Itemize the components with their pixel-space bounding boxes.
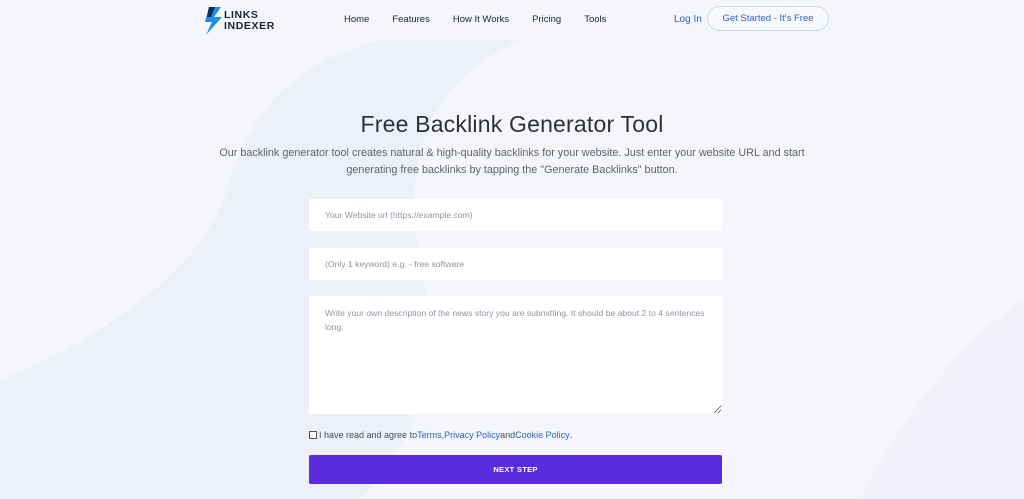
agree-sep-2: and [500,430,516,440]
logo-text: LINKS INDEXER [224,10,275,32]
next-step-button[interactable]: NEXT STEP [309,455,722,484]
website-url-input[interactable] [309,199,722,231]
cookie-policy-link[interactable]: Cookie Policy [515,430,570,440]
logo[interactable]: LINKS INDEXER [203,6,275,36]
subtitle-line-2: generating free backlinks by tapping the… [346,164,678,176]
description-textarea[interactable] [309,296,722,414]
main-content: Free Backlink Generator Tool Our backlin… [0,0,1024,499]
agreement-row: I have read and agree to Terms , Privacy… [309,430,572,440]
keyword-input[interactable] [309,248,722,280]
page-title: Free Backlink Generator Tool [360,111,664,137]
nav-item-tools[interactable]: Tools [584,14,606,25]
lightning-bolt-icon [205,7,222,35]
privacy-policy-link[interactable]: Privacy Policy [444,430,500,440]
nav-item-how-it-works[interactable]: How It Works [453,14,509,25]
logo-line2: INDEXER [224,20,275,32]
login-link[interactable]: Log In [674,14,702,25]
agree-suffix: . [569,430,573,440]
main-nav: Home Features How It Works Pricing Tools [344,14,629,25]
nav-item-pricing[interactable]: Pricing [532,14,561,25]
subtitle-line-1: Our backlink generator tool creates natu… [219,147,805,159]
get-started-button[interactable]: Get Started - It's Free [707,6,829,31]
nav-item-features[interactable]: Features [392,14,430,25]
nav-item-home[interactable]: Home [344,14,369,25]
agree-prefix: I have read and agree to [319,430,418,440]
terms-link[interactable]: Terms [417,430,442,440]
agree-checkbox[interactable] [309,431,317,439]
site-header: LINKS INDEXER Home Features How It Works… [0,0,1024,40]
page-subtitle: Our backlink generator tool creates natu… [212,145,812,179]
